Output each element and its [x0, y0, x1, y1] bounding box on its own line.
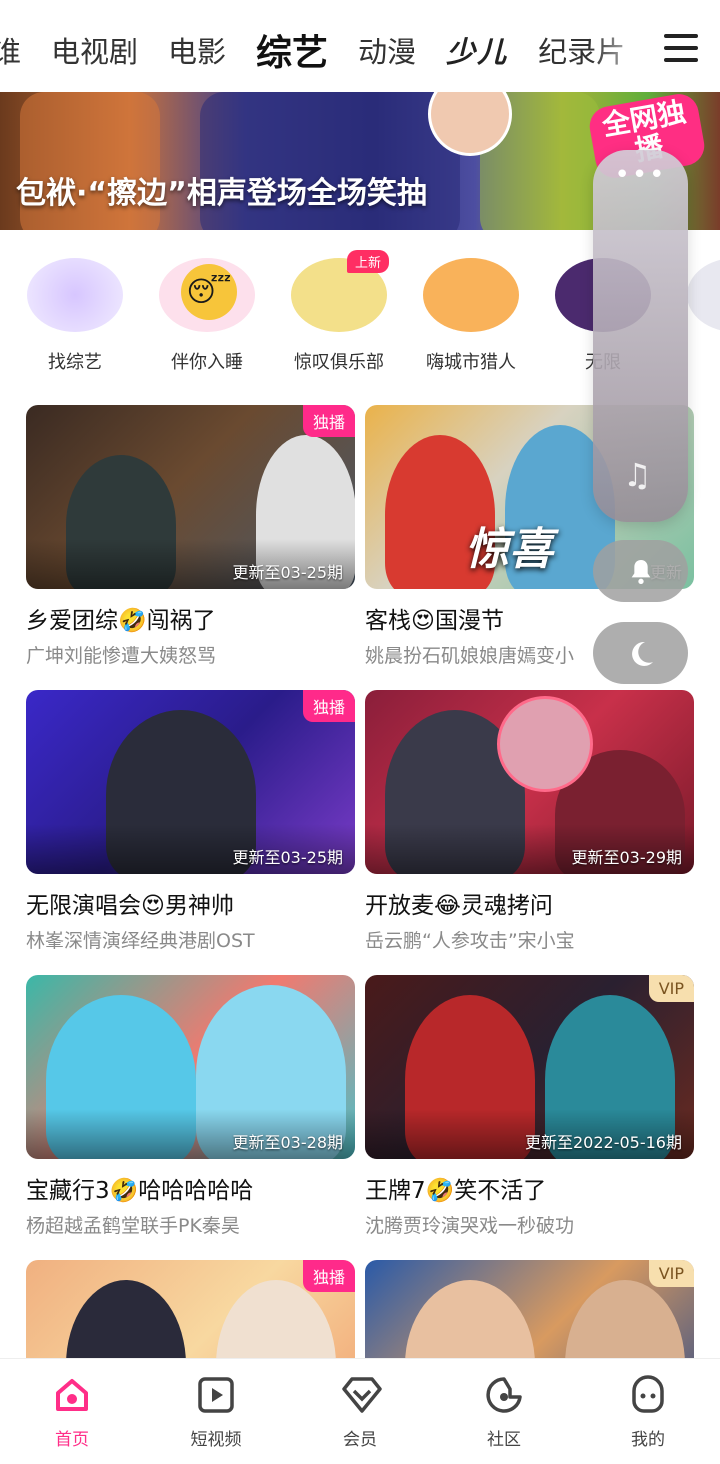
amazing-club-logo-icon: 上新 [291, 250, 389, 332]
menu-icon[interactable] [664, 34, 698, 62]
show-title: 乡爱团综🤣闯祸了 [26, 608, 216, 634]
exclusive-tag: 独播 [302, 1260, 355, 1292]
sleepy-face-icon: 😴 [159, 258, 255, 332]
floating-quick-panel[interactable]: ••• ♫ [593, 150, 688, 522]
tab-who[interactable]: 谁 [0, 29, 21, 71]
show-thumbnail: 更新至03-29期 [365, 690, 694, 874]
update-status: 更新至03-28期 [232, 1133, 344, 1152]
category-tabs: 谁 电视剧 电影 综艺 动漫 少儿 纪录片 [0, 22, 655, 78]
show-thumbnail: VIP 更新至2022-05-16期 [365, 975, 694, 1159]
show-title: 开放麦😂灵魂拷问 [365, 893, 553, 919]
profile-icon [628, 1375, 668, 1415]
show-thumbnail: 独播 更新至03-25期 [26, 690, 355, 874]
bottom-nav: 首页 短视频 会员 社区 我的 [0, 1358, 720, 1464]
diamond-icon [340, 1375, 382, 1415]
exclusive-tag: 独播 [302, 405, 355, 437]
show-subtitle: 杨超越孟鹤堂联手PK秦昊 [26, 1215, 240, 1237]
category-find-variety[interactable]: 找综艺 [20, 250, 130, 374]
moon-icon[interactable] [593, 622, 688, 684]
show-card[interactable]: VIP 更新至2022-05-16期 王牌7🤣笑不活了 沈腾贾玲演哭戏一秒破功 [365, 975, 694, 1238]
new-badge: 上新 [346, 250, 389, 273]
community-icon [484, 1375, 524, 1415]
update-status: 更新至03-25期 [232, 848, 344, 867]
tab-anime[interactable]: 动漫 [358, 29, 416, 71]
category-sleep[interactable]: 😴 伴你入睡 [152, 250, 262, 374]
exclusive-tag: 独播 [302, 690, 355, 722]
bell-icon[interactable] [593, 540, 688, 602]
banner-title: 包袱·“擦边”相声登场全场笑抽 [16, 176, 427, 211]
category-city-hunter[interactable]: 嗨城市猎人 [416, 250, 526, 374]
top-category-nav: 谁 电视剧 电影 综艺 动漫 少儿 纪录片 [0, 0, 720, 92]
show-title: 无限演唱会😍男神帅 [26, 893, 234, 919]
find-logo-icon [687, 258, 720, 332]
show-subtitle: 林峯深情演绎经典港剧OST [26, 930, 255, 952]
show-card[interactable]: 独播 更新至03-25期 乡爱团综🤣闯祸了 广坤刘能惨遭大姨怒骂 [26, 405, 355, 668]
show-title: 宝藏行3🤣哈哈哈哈哈 [26, 1178, 254, 1204]
show-card[interactable]: 独播 更新至03-25期 无限演唱会😍男神帅 林峯深情演绎经典港剧OST [26, 690, 355, 953]
city-hunter-logo-icon [423, 258, 519, 332]
nav-community[interactable]: 社区 [454, 1375, 554, 1450]
update-status: 更新至2022-05-16期 [525, 1133, 682, 1152]
show-subtitle: 沈腾贾玲演哭戏一秒破功 [365, 1215, 575, 1237]
nav-home[interactable]: 首页 [22, 1375, 122, 1450]
update-status: 更新至03-25期 [232, 563, 344, 582]
category-amazing-club[interactable]: 上新 惊叹俱乐部 [284, 250, 394, 374]
tab-movies[interactable]: 电影 [168, 29, 226, 71]
nav-short-video[interactable]: 短视频 [166, 1375, 266, 1450]
nav-membership[interactable]: 会员 [310, 1375, 410, 1450]
show-thumbnail: 独播 更新至03-25期 [26, 405, 355, 589]
tab-tv-series[interactable]: 电视剧 [51, 29, 138, 71]
tab-kids[interactable]: 少儿 [446, 29, 508, 71]
show-subtitle: 广坤刘能惨遭大姨怒骂 [26, 645, 217, 667]
show-card[interactable]: 更新至03-29期 开放麦😂灵魂拷问 岳云鹏“人参攻击”宋小宝 [365, 690, 694, 953]
show-card[interactable]: 更新至03-28期 宝藏行3🤣哈哈哈哈哈 杨超越孟鹤堂联手PK秦昊 [26, 975, 355, 1238]
find-variety-icon [27, 258, 123, 332]
show-thumbnail: 更新至03-28期 [26, 975, 355, 1159]
vip-tag: VIP [648, 975, 694, 1002]
more-options-icon[interactable]: ••• [593, 160, 688, 190]
nav-profile[interactable]: 我的 [598, 1375, 698, 1450]
tab-variety[interactable]: 综艺 [256, 24, 328, 76]
home-icon [52, 1375, 92, 1415]
show-title: 王牌7🤣笑不活了 [365, 1178, 547, 1204]
update-status: 更新至03-29期 [571, 848, 683, 867]
play-icon [196, 1375, 236, 1415]
tabs-fade [592, 20, 652, 80]
show-subtitle: 岳云鹏“人参攻击”宋小宝 [365, 930, 575, 952]
vip-tag: VIP [648, 1260, 694, 1287]
thumb-overlay-text: 惊喜 [465, 524, 553, 575]
music-off-icon[interactable]: ♫ [623, 456, 652, 494]
